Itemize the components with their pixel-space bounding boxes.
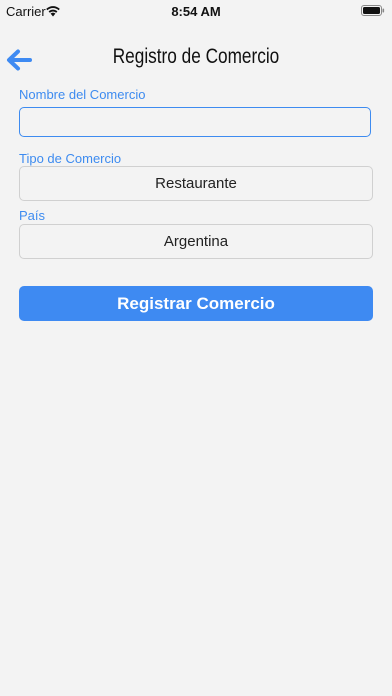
- page-title: Registro de Comercio: [112, 45, 280, 68]
- status-time: 8:54 AM: [171, 4, 221, 19]
- status-bar: Carrier 8:54 AM: [0, 0, 392, 22]
- business-type-value: Restaurante: [155, 175, 237, 192]
- type-field-label: Tipo de Comercio: [19, 151, 122, 166]
- name-field-label: Nombre del Comercio: [19, 87, 146, 102]
- country-field-label: País: [19, 208, 46, 223]
- back-button[interactable]: [4, 46, 34, 74]
- register-business-button[interactable]: Registrar Comercio: [19, 286, 373, 321]
- country-value: Argentina: [163, 233, 229, 250]
- business-type-select[interactable]: Restaurante: [19, 166, 373, 201]
- battery-icon: [361, 5, 385, 16]
- navigation-bar: Registro de Comercio: [0, 38, 392, 82]
- country-select[interactable]: Argentina: [19, 224, 373, 259]
- arrow-left-icon: [7, 49, 32, 71]
- business-name-input[interactable]: [19, 107, 371, 137]
